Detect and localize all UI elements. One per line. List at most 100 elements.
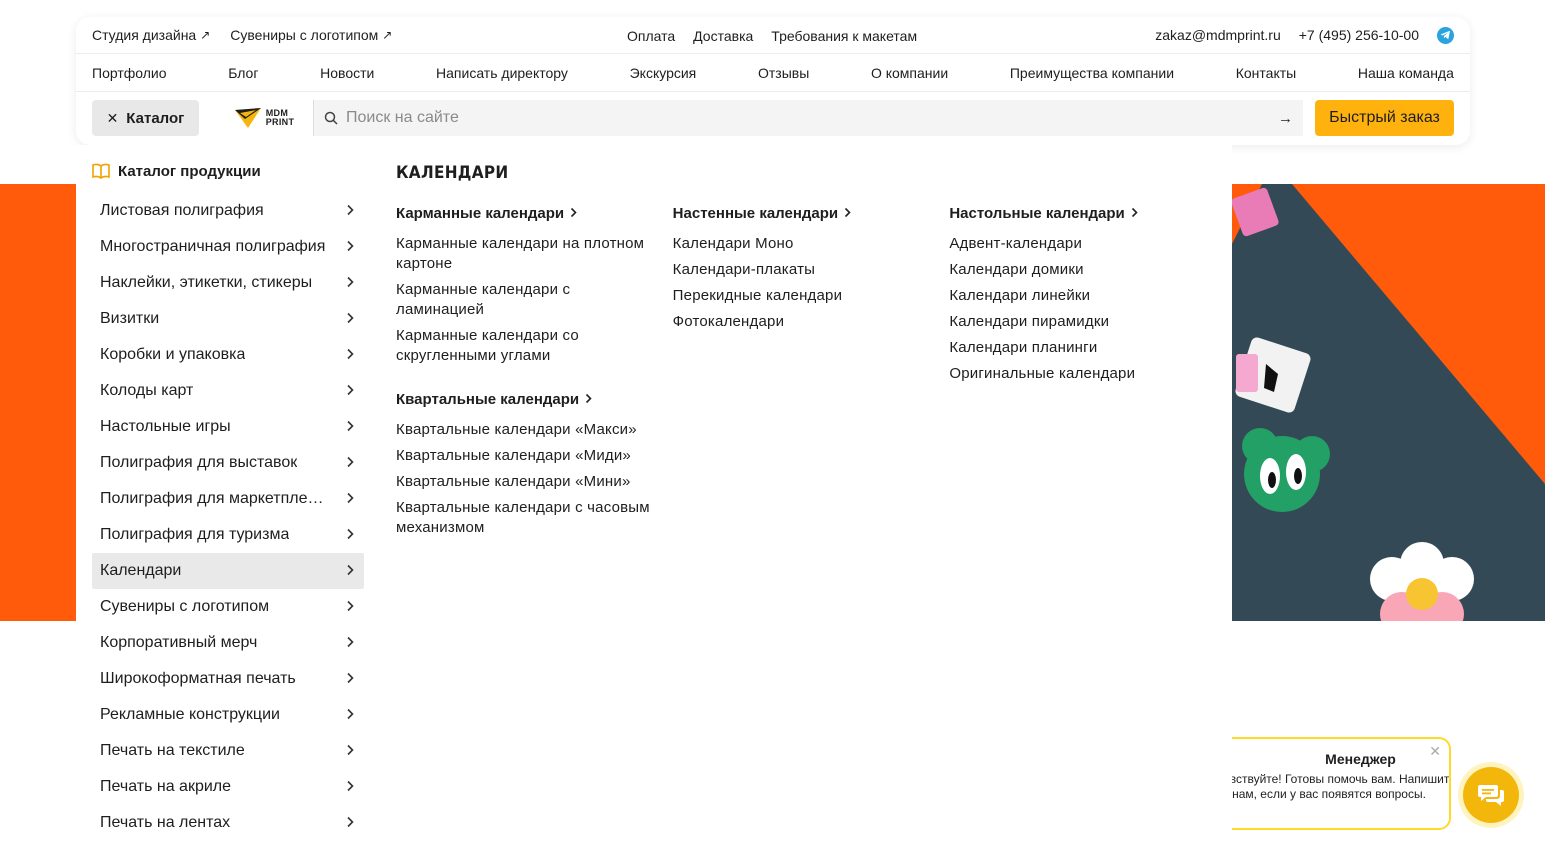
close-icon: ✕ [106,109,119,126]
catalog-item[interactable]: Широкоформатная печать [92,661,364,697]
chevron-right-icon [1131,205,1138,222]
submenu-link[interactable]: Календари линейки [949,283,1209,309]
submenu-link[interactable]: Перекидные календари [673,283,933,309]
catalog-item[interactable]: Печать на лентах [92,805,364,841]
submenu-column: Настольные календари Адвент-календари Кале… [949,201,1226,559]
catalog-item[interactable]: Печать на акриле [92,769,364,805]
catalog-item[interactable]: Наклейки, этикетки, стикеры [92,265,364,301]
catalog-heading-label: Каталог продукции [118,162,261,180]
layout-requirements-link[interactable]: Требования к макетам [771,28,917,44]
submenu-link[interactable]: Календари Моно [673,231,933,257]
arrow-up-right-icon: ↗ [382,28,393,42]
submenu-link-list: Календари Моно Календари-плакаты Перекидны… [673,231,950,335]
catalog-item[interactable]: Колоды карт [92,373,364,409]
catalog-item-label: Корпоративный мерч [100,634,258,651]
catalog-item-label: Визитки [100,310,160,327]
nav-about[interactable]: О компании [871,65,948,81]
catalog-item[interactable]: Рекламные конструкции [92,697,364,733]
search-box: → [313,100,1303,136]
submenu-group-title[interactable]: Карманные календари [396,201,673,225]
catalog-item-label: Листовая полиграфия [100,202,264,219]
souvenirs-link[interactable]: Сувениры с логотипом ↗ [230,27,392,43]
catalog-item[interactable]: Многостраничная полиграфия [92,229,364,265]
submenu-column: Настенные календари Календари Моно Календа… [673,201,950,559]
catalog-item[interactable]: Листовая полиграфия [92,193,364,229]
submenu-panel: КАЛЕНДАРИ Карманные календари Карманные к… [396,163,1226,559]
submenu-group-title[interactable]: Настольные календари [949,201,1226,225]
chat-open-button[interactable] [1458,762,1524,828]
submenu-link[interactable]: Оригинальные календари [949,361,1209,387]
catalog-item-label: Полиграфия для выставок [100,454,298,471]
catalog-item[interactable]: Полиграфия для туризма [92,517,364,553]
chevron-right-icon [346,563,354,579]
nav-contacts[interactable]: Контакты [1236,65,1296,81]
design-studio-label: Студия дизайна [92,27,197,43]
catalog-item[interactable]: Полиграфия для выставок [92,445,364,481]
chat-popup[interactable]: Менеджер Здравствуйте! Готовы помочь вам… [1232,737,1451,830]
nav-blog[interactable]: Блог [228,65,258,81]
submenu-link[interactable]: Календари планинги [949,335,1209,361]
submenu-group-label: Квартальные календари [396,390,580,408]
search-input[interactable] [346,109,1278,127]
chevron-right-icon [346,383,354,399]
main-nav: Портфолио Блог Новости Написать директор… [76,54,1470,92]
payment-link[interactable]: Оплата [627,28,675,44]
email-link[interactable]: zakaz@mdmprint.ru [1155,27,1280,43]
nav-write-director[interactable]: Написать директору [436,65,568,81]
chevron-right-icon [346,635,354,651]
nav-excursion[interactable]: Экскурсия [630,65,697,81]
telegram-icon[interactable] [1437,26,1454,44]
chat-button-circle [1463,767,1519,823]
submenu-title: КАЛЕНДАРИ [396,163,509,183]
chevron-right-icon [346,527,354,543]
submenu-link[interactable]: Календари-плакаты [673,257,933,283]
submenu-link[interactable]: Квартальные календари с часовым механизм… [396,495,656,541]
quick-order-button[interactable]: Быстрый заказ [1315,100,1454,136]
catalog-item[interactable]: Сувениры с логотипом [92,589,364,625]
arrow-right-icon[interactable]: → [1278,110,1293,127]
banner-photo [1232,184,1545,621]
phone-link[interactable]: +7 (495) 256-10-00 [1299,27,1419,43]
nav-news[interactable]: Новости [320,65,374,81]
chevron-right-icon [346,599,354,615]
design-studio-link[interactable]: Студия дизайна ↗ [92,27,210,43]
catalog-toggle-button[interactable]: ✕ Каталог [92,100,199,136]
catalog-item[interactable]: Корпоративный мерч [92,625,364,661]
catalog-item[interactable]: Визитки [92,301,364,337]
close-icon[interactable]: ✕ [1429,743,1441,760]
submenu-link[interactable]: Квартальные календари «Миди» [396,443,656,469]
catalog-item[interactable]: Настольные игры [92,409,364,445]
submenu-link[interactable]: Адвент-календари [949,231,1209,257]
chevron-right-icon [844,205,851,222]
chevron-right-icon [346,779,354,795]
catalog-item[interactable]: Полиграфия для маркетплейсов [92,481,364,517]
nav-portfolio[interactable]: Портфолио [92,65,167,81]
submenu-link[interactable]: Карманные календари с ламинацией [396,277,656,323]
site-header: Студия дизайна ↗ Сувениры с логотипом ↗ … [76,17,1470,145]
submenu-link[interactable]: Квартальные календари «Мини» [396,469,656,495]
catalog-item-label: Печать на лентах [100,814,231,831]
catalog-item[interactable]: Коробки и упаковка [92,337,364,373]
submenu-link[interactable]: Карманные календари на плотном картоне [396,231,656,277]
logo-icon [234,108,261,128]
catalog-item[interactable]: Календари [92,553,364,589]
submenu-link[interactable]: Фотокалендари [673,309,933,335]
site-logo[interactable]: MDM PRINT [219,100,309,136]
catalog-item-label: Широкоформатная печать [100,670,296,687]
nav-reviews[interactable]: Отзывы [758,65,809,81]
top-left-links: Студия дизайна ↗ Сувениры с логотипом ↗ [92,27,392,43]
submenu-group-label: Настенные календари [672,204,839,222]
submenu-link-list: Карманные календари на плотном картоне Ка… [396,231,673,369]
submenu-link[interactable]: Карманные календари со скругленными угла… [396,323,656,369]
nav-advantages[interactable]: Преимущества компании [1010,65,1174,81]
catalog-item[interactable]: Печать на текстиле [92,733,364,769]
submenu-link[interactable]: Календари домики [949,257,1209,283]
submenu-group-title[interactable]: Квартальные календари [396,387,673,411]
submenu-link[interactable]: Календари пирамидки [949,309,1209,335]
catalog-item-label: Колоды карт [100,382,194,399]
submenu-group-title[interactable]: Настенные календари [673,201,950,225]
logo-line-2: PRINT [265,117,295,127]
delivery-link[interactable]: Доставка [693,28,753,44]
nav-team[interactable]: Наша команда [1358,65,1454,81]
submenu-link[interactable]: Квартальные календари «Макси» [396,417,656,443]
